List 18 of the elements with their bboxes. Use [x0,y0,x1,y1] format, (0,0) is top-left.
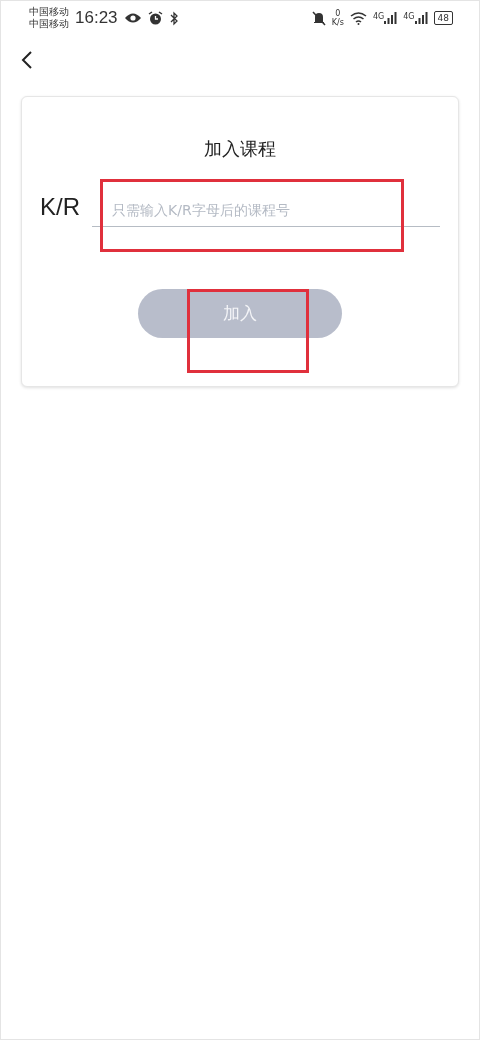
muted-bell-icon [311,10,326,26]
clock-time: 16:23 [75,8,118,28]
course-code-field[interactable]: 只需输入K/R字母后的课程号 [92,194,440,227]
network-type-label: 4G [372,12,385,21]
carrier-name: 中国移动 [29,6,69,18]
speed-value: 0 [335,9,341,18]
signal-icon [414,12,428,24]
battery-indicator: 48 [433,11,453,25]
field-label: K/R [40,193,81,222]
alarm-clock-icon [147,10,163,26]
network-type-label: 4G [403,12,415,21]
bluetooth-icon [168,10,179,26]
wifi-icon [349,11,367,25]
carrier-name: 中国移动 [29,18,69,30]
card-title: 加入课程 [203,137,277,161]
signal-icon [384,12,398,24]
eye-icon [123,12,142,24]
speed-unit: K/s [331,18,344,27]
